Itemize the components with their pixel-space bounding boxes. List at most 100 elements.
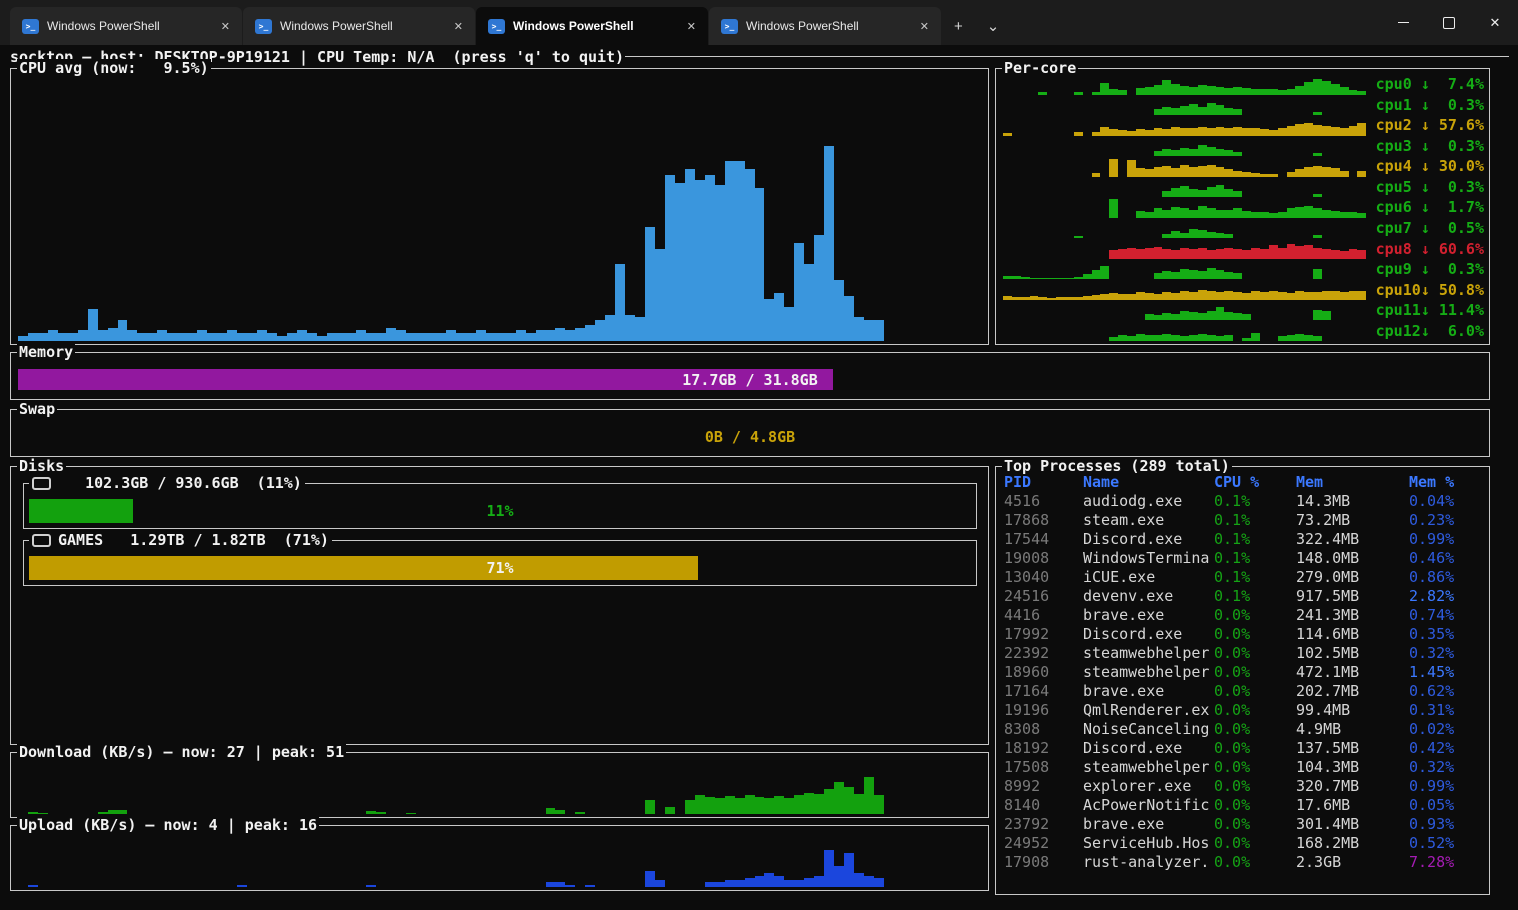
tab-close-icon[interactable]: ✕ <box>914 18 935 35</box>
powershell-icon: >_ <box>22 19 39 34</box>
chart-bar <box>1162 107 1171 115</box>
chart-bar <box>227 330 237 341</box>
tab-dropdown-button[interactable]: ⌄ <box>975 7 1012 45</box>
chart-bar <box>406 333 416 341</box>
tab-windows-powershell-1[interactable]: >_Windows PowerShell✕ <box>10 7 242 45</box>
process-cell: devenv.exe <box>1083 587 1214 605</box>
process-cell: 0.93% <box>1409 815 1485 833</box>
chart-bar <box>1189 149 1198 156</box>
process-cell: 322.4MB <box>1296 530 1409 548</box>
tab-windows-powershell-4[interactable]: >_Windows PowerShell✕ <box>709 7 941 45</box>
chart-bar <box>1145 169 1154 176</box>
chart-bar <box>1287 208 1296 217</box>
chart-bar <box>824 146 834 341</box>
chart-bar <box>695 795 705 814</box>
chart-bar <box>645 871 655 887</box>
process-cell: Discord.exe <box>1083 739 1214 757</box>
chart-bar <box>735 161 745 341</box>
memory-gauge-label: 17.7GB / 31.8GB <box>18 369 1482 390</box>
process-cell: 0.1% <box>1214 511 1296 529</box>
process-row: 8308NoiseCanceling0.0%4.9MB0.02% <box>1004 719 1485 738</box>
tab-close-icon[interactable]: ✕ <box>215 18 236 35</box>
process-cell: 0.99% <box>1409 530 1485 548</box>
chart-bar <box>476 330 486 341</box>
chart-bar <box>486 333 496 341</box>
tab-windows-powershell-3[interactable]: >_Windows PowerShell✕ <box>476 7 708 45</box>
chart-bar <box>496 333 506 341</box>
process-cell: 0.1% <box>1214 549 1296 567</box>
chart-bar <box>1207 187 1216 197</box>
disk-title: GAMES 1.29TB / 1.82TB (71%) <box>29 531 332 549</box>
chart-bar <box>745 169 755 341</box>
chart-bar <box>1154 208 1163 217</box>
chart-bar <box>1118 249 1127 259</box>
chart-bar <box>1242 211 1251 218</box>
chart-bar <box>1162 249 1171 259</box>
chart-bar <box>685 800 695 814</box>
chart-bar <box>685 169 695 341</box>
close-button[interactable]: ✕ <box>1472 0 1518 45</box>
chart-bar <box>1189 189 1198 197</box>
process-row: 4416brave.exe0.0%241.3MB0.74% <box>1004 605 1485 624</box>
chart-bar <box>1260 292 1269 300</box>
core-sparkline <box>1003 177 1366 198</box>
process-cell: 4516 <box>1004 492 1083 510</box>
process-cell: 17992 <box>1004 625 1083 643</box>
chart-bar <box>1340 251 1349 259</box>
minimize-button[interactable] <box>1380 0 1426 45</box>
chart-bar <box>1171 231 1180 238</box>
process-cell: 148.0MB <box>1296 549 1409 567</box>
chart-bar <box>1198 334 1207 341</box>
process-cell: 73.2MB <box>1296 511 1409 529</box>
chart-bar <box>1154 85 1163 94</box>
core-label: cpu7 ↓ 0.5% <box>1372 219 1484 237</box>
new-tab-button[interactable]: + <box>942 7 975 45</box>
process-row: 8992explorer.exe0.0%320.7MB0.99% <box>1004 776 1485 795</box>
chart-bar <box>1322 126 1331 135</box>
chart-bar <box>575 328 585 341</box>
chart-bar <box>1189 128 1198 135</box>
chart-bar <box>1216 127 1225 135</box>
chart-bar <box>98 330 108 341</box>
tab-close-icon[interactable]: ✕ <box>681 18 702 35</box>
chart-bar <box>1216 249 1225 259</box>
process-cell: brave.exe <box>1083 682 1214 700</box>
chart-bar <box>217 333 227 341</box>
tab-close-icon[interactable]: ✕ <box>448 18 469 35</box>
process-cell: 0.04% <box>1409 492 1485 510</box>
core-label: cpu11↓ 11.4% <box>1372 301 1484 319</box>
process-row: 18192Discord.exe0.0%137.5MB0.42% <box>1004 738 1485 757</box>
chart-bar <box>1171 272 1180 279</box>
chart-bar <box>167 333 177 341</box>
chart-bar <box>864 777 874 814</box>
header-rule <box>625 56 1509 57</box>
chart-bar <box>824 789 834 814</box>
chart-bar <box>1171 335 1180 341</box>
chart-bar <box>1242 338 1251 341</box>
chart-bar <box>1304 123 1313 135</box>
process-cell: 0.0% <box>1214 644 1296 662</box>
chart-bar <box>1304 245 1313 258</box>
chart-bar <box>1207 311 1216 320</box>
chart-bar <box>1198 248 1207 259</box>
chart-bar <box>1251 333 1260 341</box>
chart-bar <box>1216 210 1225 218</box>
chart-bar <box>1154 247 1163 259</box>
chart-bar <box>854 317 864 341</box>
tab-windows-powershell-2[interactable]: >_Windows PowerShell✕ <box>243 7 475 45</box>
process-cell: 13040 <box>1004 568 1083 586</box>
maximize-button[interactable] <box>1426 0 1472 45</box>
process-cell: 0.0% <box>1214 777 1296 795</box>
process-row: 17544Discord.exe0.1%322.4MB0.99% <box>1004 529 1485 548</box>
core-row-cpu2: cpu2 ↓ 57.6% <box>1003 115 1484 136</box>
process-cell: 0.0% <box>1214 625 1296 643</box>
core-sparkline <box>1003 74 1366 95</box>
process-cell: 202.7MB <box>1296 682 1409 700</box>
disk-gauge: 71% <box>29 556 971 580</box>
process-cell: 0.0% <box>1214 739 1296 757</box>
chart-bar <box>1349 249 1358 259</box>
memory-gauge: 17.7GB / 31.8GB <box>18 369 1482 390</box>
chart-bar <box>794 795 804 814</box>
chart-bar <box>794 880 804 887</box>
powershell-icon: >_ <box>255 19 272 34</box>
